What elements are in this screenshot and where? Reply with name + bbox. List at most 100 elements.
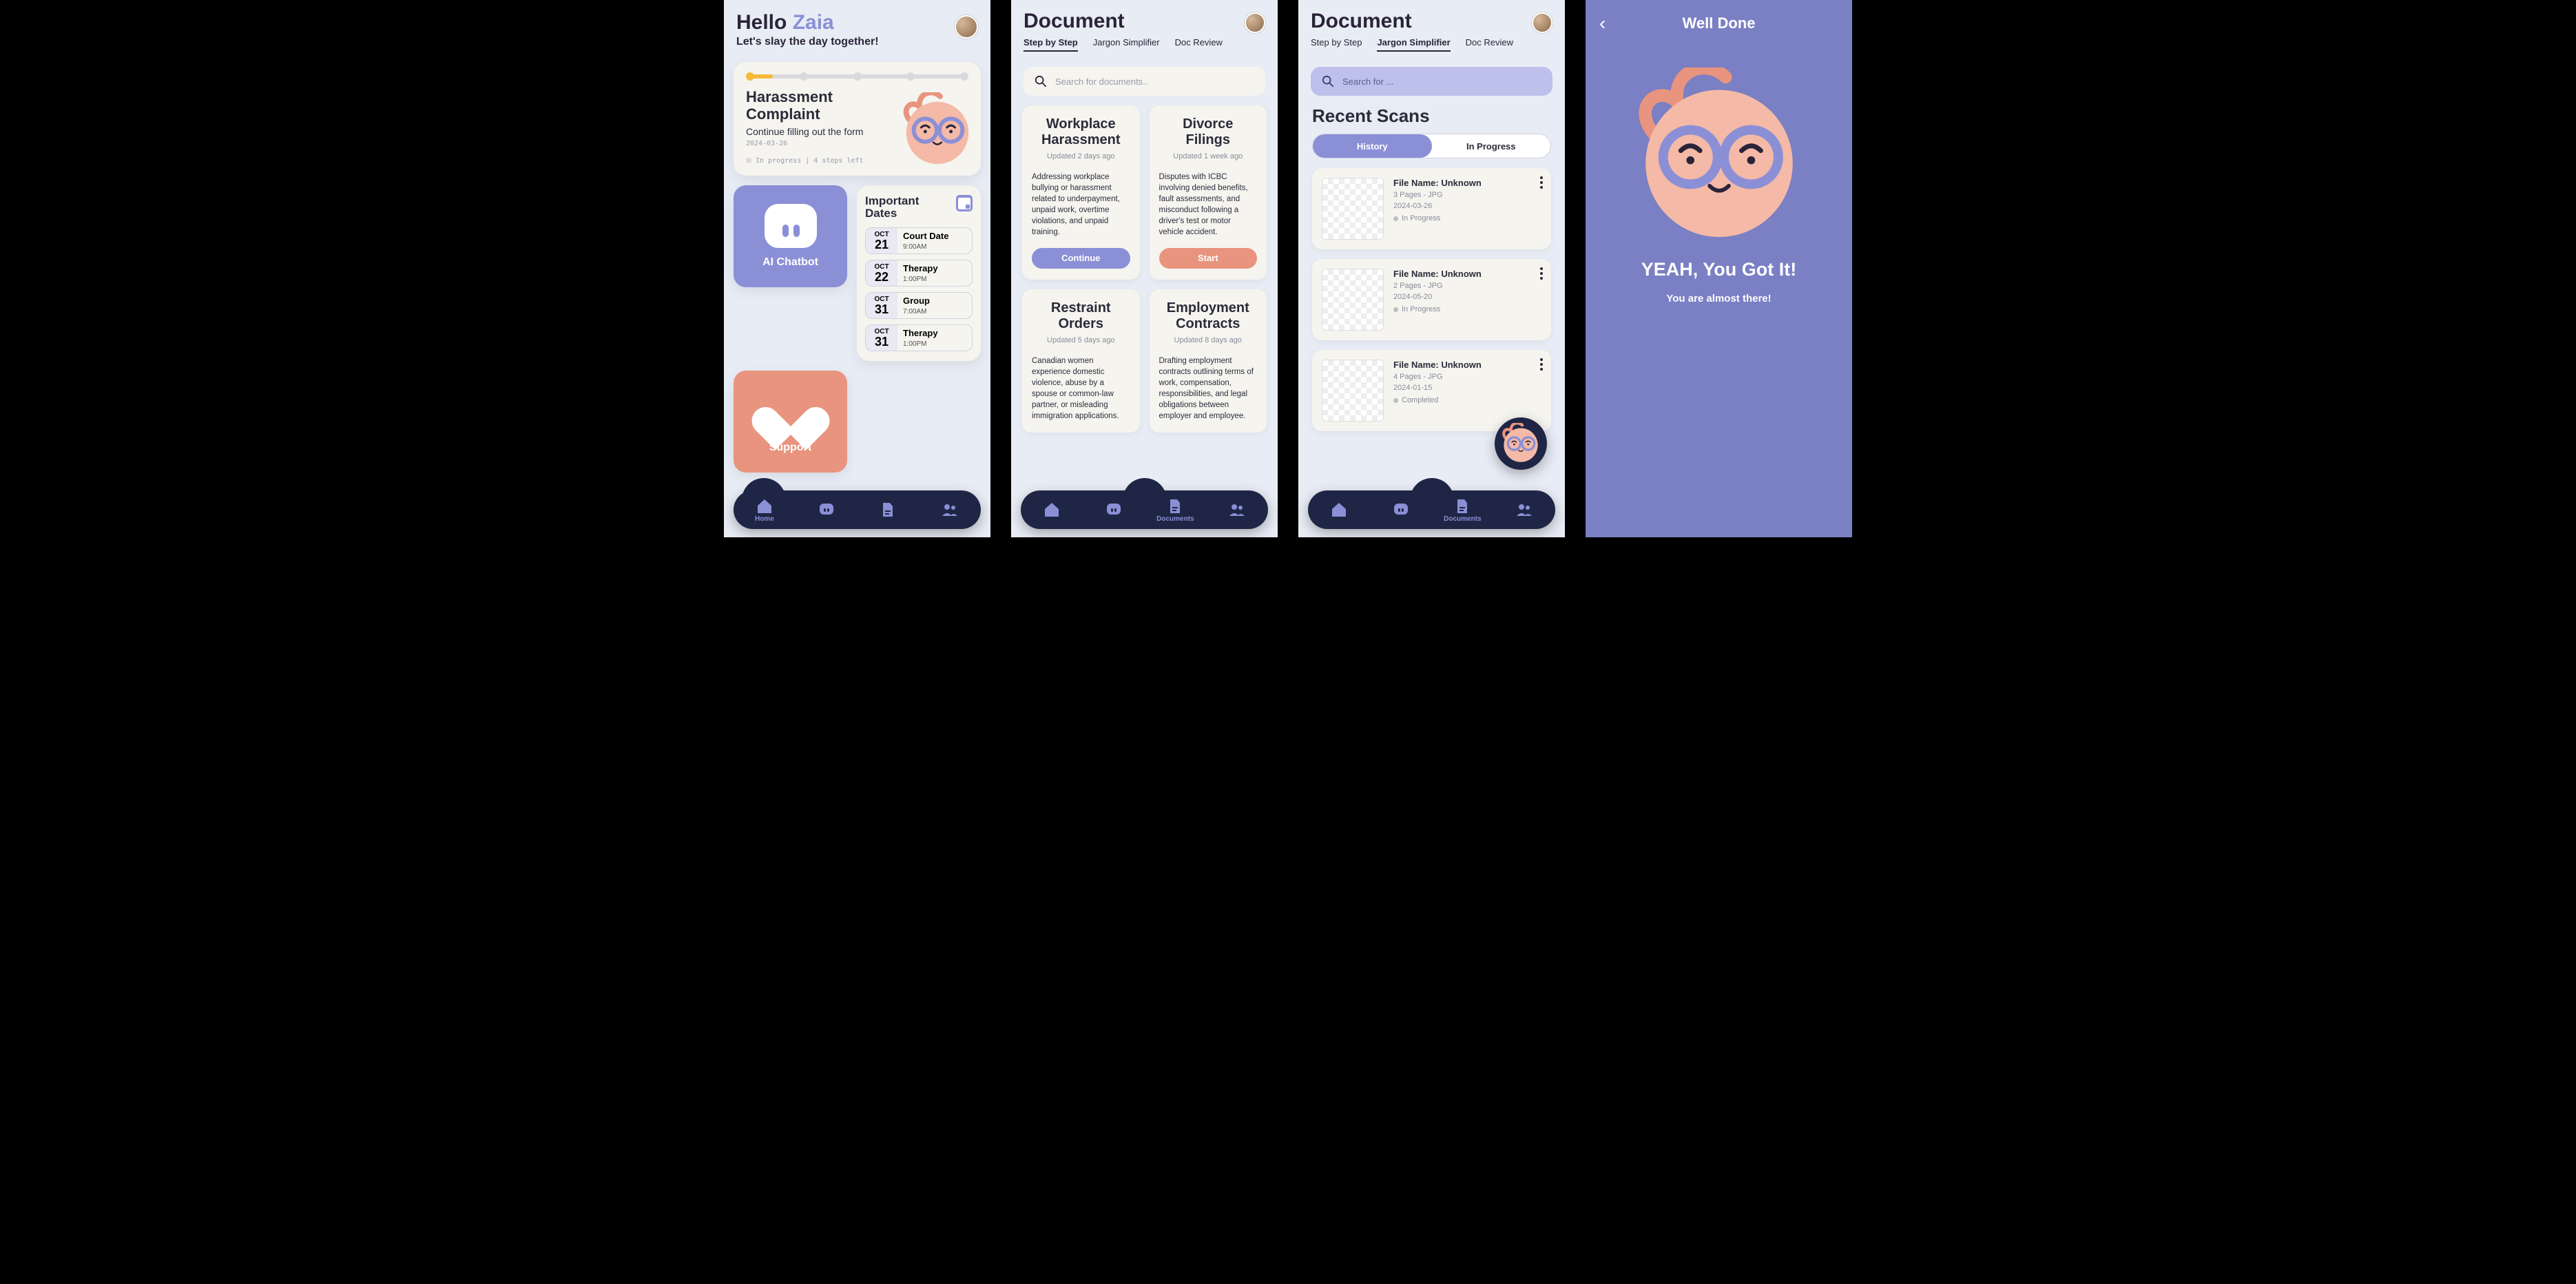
doc-card-updated: Updated 2 days ago bbox=[1032, 152, 1130, 160]
nav-chat[interactable] bbox=[806, 501, 847, 519]
date-title: Group bbox=[903, 296, 966, 306]
nav-documents[interactable]: Documents bbox=[1442, 497, 1483, 523]
scan-thumbnail bbox=[1322, 269, 1384, 331]
date-title: Therapy bbox=[903, 263, 966, 273]
tagline: Let's slay the day together! bbox=[736, 36, 978, 48]
support-tile[interactable]: + Support bbox=[734, 371, 847, 473]
date-badge: OCT21 bbox=[866, 228, 897, 253]
search-placeholder: Search for documents.. bbox=[1055, 76, 1147, 87]
nav-documents[interactable] bbox=[867, 501, 908, 519]
progress-card[interactable]: HarassmentComplaint Continue filling out… bbox=[734, 62, 981, 176]
doc-card-desc: Disputes with ICBC involving denied bene… bbox=[1159, 172, 1258, 238]
doc-card-title: WorkplaceHarassment bbox=[1032, 116, 1130, 148]
ai-chatbot-tile[interactable]: AI Chatbot bbox=[734, 185, 847, 287]
segment-history[interactable]: History bbox=[1313, 134, 1432, 158]
doc-card-updated: Updated 1 week ago bbox=[1159, 152, 1258, 160]
doc-card-title: RestraintOrders bbox=[1032, 300, 1130, 332]
nav-home[interactable] bbox=[1031, 501, 1072, 519]
start-button[interactable]: Start bbox=[1159, 248, 1258, 269]
date-time: 1:00PM bbox=[903, 340, 926, 348]
date-time: 1:00PM bbox=[903, 276, 926, 283]
more-icon[interactable] bbox=[1540, 176, 1543, 189]
celebration-headline: YEAH, You Got It! bbox=[1586, 259, 1852, 280]
scan-card[interactable]: File Name: Unknown 3 Pages - JPG 2024-03… bbox=[1312, 168, 1551, 249]
document-card[interactable]: WorkplaceHarassment Updated 2 days ago A… bbox=[1022, 105, 1140, 280]
avatar[interactable] bbox=[1245, 12, 1265, 33]
tab-jargon-simplifier[interactable]: Jargon Simplifier bbox=[1093, 37, 1160, 52]
scan-date: 2024-05-20 bbox=[1393, 293, 1482, 301]
search-icon bbox=[1322, 75, 1334, 87]
bottom-nav: Documents bbox=[1308, 490, 1555, 529]
tab-step-by-step[interactable]: Step by Step bbox=[1024, 37, 1078, 52]
chatbot-icon bbox=[765, 204, 817, 248]
more-icon[interactable] bbox=[1540, 358, 1543, 371]
nav-home[interactable] bbox=[1318, 501, 1360, 519]
segment-in-progress[interactable]: In Progress bbox=[1432, 134, 1551, 158]
segment-control: History In Progress bbox=[1312, 134, 1551, 158]
heart-icon: + bbox=[765, 389, 817, 435]
nav-home-label: Home bbox=[744, 515, 785, 523]
scan-date: 2024-03-26 bbox=[1393, 202, 1482, 210]
well-done-screen: ‹ Well Done YEAH, You Got It! You are al… bbox=[1586, 0, 1852, 537]
date-badge: OCT22 bbox=[866, 260, 897, 286]
search-placeholder: Search for ... bbox=[1342, 76, 1393, 87]
nav-community[interactable] bbox=[1216, 501, 1258, 519]
search-input[interactable]: Search for documents.. bbox=[1024, 67, 1265, 96]
more-icon[interactable] bbox=[1540, 267, 1543, 280]
calendar-icon[interactable] bbox=[956, 195, 973, 211]
mascot-icon bbox=[1586, 68, 1852, 247]
date-title: Court Date bbox=[903, 231, 966, 241]
card-title-l2: Complaint bbox=[746, 105, 820, 123]
document-jargon-screen: Document Step by Step Jargon Simplifier … bbox=[1298, 0, 1565, 537]
back-button[interactable]: ‹ bbox=[1599, 12, 1606, 34]
date-row[interactable]: OCT21 Court Date 9:00AM bbox=[865, 227, 973, 254]
nav-chat[interactable] bbox=[1093, 501, 1134, 519]
search-icon bbox=[1035, 75, 1047, 87]
recent-scans-title: Recent Scans bbox=[1312, 105, 1551, 127]
nav-documents[interactable]: Documents bbox=[1154, 497, 1196, 523]
bottom-nav: Home bbox=[734, 490, 981, 529]
card-title-l1: Harassment bbox=[746, 88, 833, 105]
tab-doc-review[interactable]: Doc Review bbox=[1466, 37, 1513, 52]
nav-community[interactable] bbox=[1504, 501, 1545, 519]
continue-button[interactable]: Continue bbox=[1032, 248, 1130, 269]
date-time: 7:00AM bbox=[903, 308, 926, 315]
nav-chat[interactable] bbox=[1380, 501, 1422, 519]
scan-filename: File Name: Unknown bbox=[1393, 178, 1482, 188]
document-card[interactable]: RestraintOrders Updated 5 days ago Canad… bbox=[1022, 289, 1140, 433]
document-step-screen: Document Step by Step Jargon Simplifier … bbox=[1011, 0, 1278, 537]
tab-step-by-step[interactable]: Step by Step bbox=[1311, 37, 1362, 52]
date-badge: OCT31 bbox=[866, 293, 897, 318]
search-input[interactable]: Search for ... bbox=[1311, 67, 1552, 96]
scan-thumbnail bbox=[1322, 178, 1384, 240]
user-name: Zaia bbox=[793, 11, 834, 34]
tab-jargon-simplifier[interactable]: Jargon Simplifier bbox=[1377, 37, 1450, 52]
scan-filename: File Name: Unknown bbox=[1393, 360, 1482, 370]
date-row[interactable]: OCT31 Group 7:00AM bbox=[865, 292, 973, 319]
doc-card-title: EmploymentContracts bbox=[1159, 300, 1258, 332]
greeting-prefix: Hello bbox=[736, 11, 793, 34]
page-title: Document bbox=[1311, 10, 1552, 33]
celebration-sub: You are almost there! bbox=[1586, 293, 1852, 304]
document-card[interactable]: EmploymentContracts Updated 8 days ago D… bbox=[1150, 289, 1267, 433]
scan-card[interactable]: File Name: Unknown 2 Pages - JPG 2024-05… bbox=[1312, 259, 1551, 340]
scan-filename: File Name: Unknown bbox=[1393, 269, 1482, 279]
progress-bar bbox=[746, 74, 968, 79]
scan-meta: 3 Pages - JPG bbox=[1393, 191, 1482, 199]
scan-meta: 4 Pages - JPG bbox=[1393, 373, 1482, 381]
nav-community[interactable] bbox=[929, 501, 970, 519]
avatar[interactable] bbox=[1532, 12, 1552, 33]
document-card[interactable]: DivorceFilings Updated 1 week ago Disput… bbox=[1150, 105, 1267, 280]
date-row[interactable]: OCT31 Therapy1:00PM bbox=[865, 324, 973, 351]
nav-home[interactable]: Home bbox=[744, 497, 785, 523]
dates-title: ImportantDates bbox=[865, 194, 919, 220]
date-row[interactable]: OCT22 Therapy 1:00PM bbox=[865, 260, 973, 287]
tab-doc-review[interactable]: Doc Review bbox=[1175, 37, 1223, 52]
avatar[interactable] bbox=[955, 15, 978, 39]
bottom-nav: Documents bbox=[1021, 490, 1268, 529]
mascot-icon bbox=[900, 92, 975, 172]
mascot-fab[interactable] bbox=[1495, 417, 1547, 470]
doc-card-desc: Drafting employment contracts outlining … bbox=[1159, 355, 1258, 422]
date-time: 9:00AM bbox=[903, 243, 926, 251]
scan-status: Completed bbox=[1393, 396, 1482, 404]
